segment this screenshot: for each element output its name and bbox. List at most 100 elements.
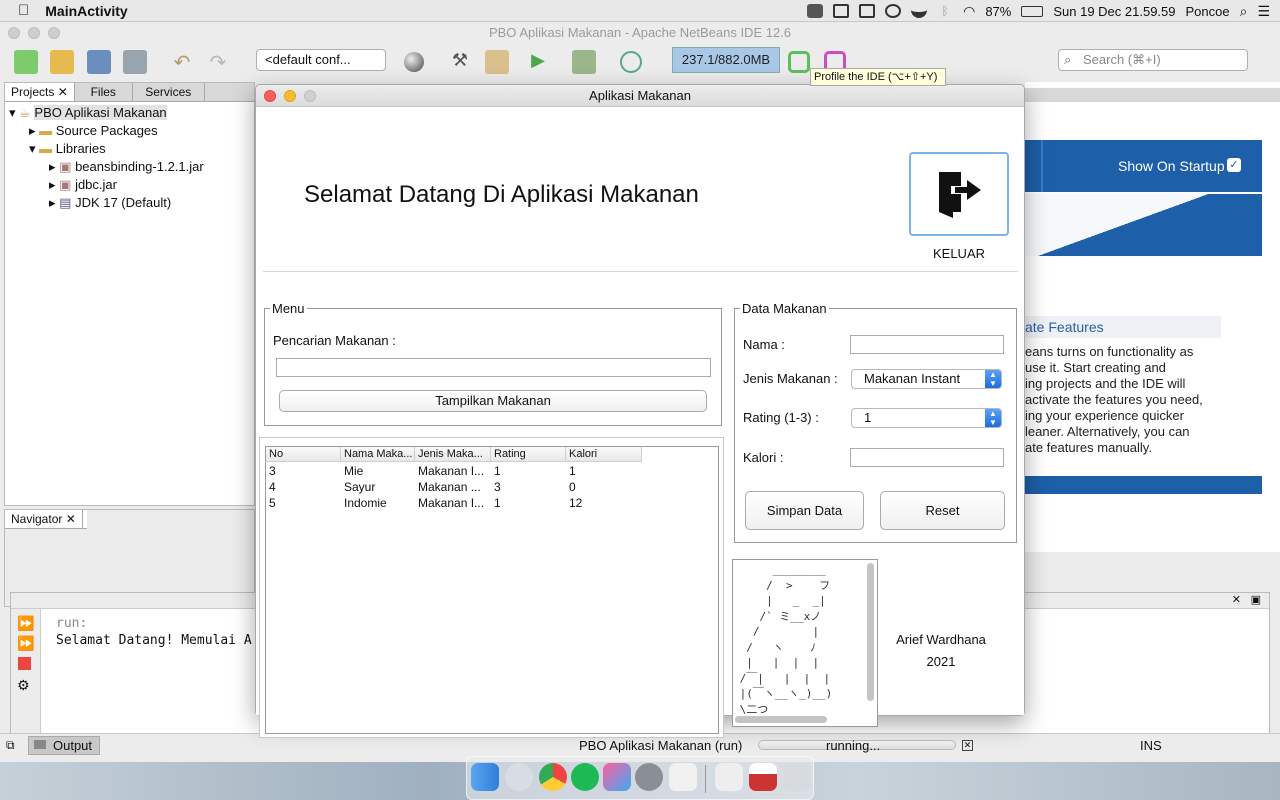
table-row[interactable]: 4 Sayur Makanan ... 3 0 — [266, 479, 646, 495]
insert-mode: INS — [1140, 738, 1162, 753]
col-header-type[interactable]: Jenis Maka... — [415, 447, 491, 462]
trash-icon[interactable] — [783, 763, 811, 791]
coffee-tray-icon[interactable] — [911, 4, 928, 18]
calorie-input[interactable] — [850, 448, 1004, 467]
food-table-container: No Nama Maka... Jenis Maka... Rating Kal… — [259, 437, 724, 738]
battery-icon[interactable] — [1021, 5, 1044, 17]
battery-percent[interactable]: 87% — [985, 4, 1011, 19]
col-header-calorie[interactable]: Kalori — [566, 447, 642, 462]
apple-icon[interactable]:  — [18, 2, 29, 19]
author-name: Arief Wardhana — [896, 632, 986, 647]
control-center-icon[interactable]: ☰ — [1257, 3, 1270, 20]
tree-source-packages[interactable]: ▸ ▬ Source Packages — [9, 122, 254, 140]
build-hammer-icon[interactable]: ⚒ — [448, 50, 472, 74]
java-app-icon[interactable] — [715, 763, 743, 791]
output-maximize-icon[interactable]: ▣ — [1251, 593, 1261, 606]
table-row[interactable]: 5 Indomie Makanan I... 1 12 — [266, 495, 646, 511]
menubar-status-area: ᛒ ◠ 87% Sun 19 Dec 21.59.59 Poncoe ⌕ ☰ — [807, 0, 1270, 22]
tree-lib-item[interactable]: ▸ ▣ beansbinding-1.2.1.jar — [9, 158, 254, 176]
tree-lib-item[interactable]: ▸ ▤ JDK 17 (Default) — [9, 194, 254, 212]
wifi-icon[interactable]: ◠ — [963, 3, 975, 20]
tree-project-root[interactable]: ▾ ☕ PBO Aplikasi Makanan — [9, 104, 254, 122]
java-icon[interactable] — [669, 763, 697, 791]
show-on-startup-checkbox[interactable]: ✓ — [1227, 158, 1241, 172]
redo-icon[interactable]: ↷ — [206, 50, 230, 74]
rerun-icon[interactable]: ⏩ — [17, 615, 34, 632]
output-window-icon — [34, 740, 46, 749]
launchpad-icon[interactable] — [505, 763, 533, 791]
open-project-icon[interactable] — [87, 50, 111, 74]
tab-projects[interactable]: Projects ✕ — [5, 83, 75, 101]
clean-build-icon[interactable] — [485, 50, 509, 74]
profile-icon[interactable] — [620, 51, 642, 73]
new-file-icon[interactable] — [14, 50, 38, 74]
col-header-rating[interactable]: Rating — [491, 447, 566, 462]
search-food-input[interactable] — [276, 358, 711, 377]
rerun-params-icon[interactable]: ⏩ — [17, 635, 34, 652]
debug-icon[interactable] — [572, 50, 596, 74]
show-food-button[interactable]: Tampilkan Makanan — [279, 390, 707, 412]
food-type-select[interactable]: Makanan Instant ▲ ▼ — [851, 369, 1002, 389]
tray-icon-1[interactable] — [807, 4, 824, 18]
folder-icon: ▬ — [39, 123, 53, 138]
cancel-task-icon[interactable]: ✕ — [962, 740, 973, 751]
tree-lib-item[interactable]: ▸ ▣ jdbc.jar — [9, 176, 254, 194]
ide-app-icon[interactable] — [603, 763, 631, 791]
chrome-icon[interactable] — [539, 763, 567, 791]
flag-window-icon[interactable] — [749, 763, 777, 791]
features-link[interactable]: ate Features — [1025, 316, 1221, 338]
app-zoom-button[interactable] — [304, 90, 316, 102]
welcome-panel: Show On Startup ✓ ate Features eans turn… — [1025, 82, 1280, 552]
rating-label: Rating (1-3) : — [743, 410, 819, 425]
app-close-button[interactable] — [264, 90, 276, 102]
welcome-footer — [1025, 476, 1262, 494]
spotlight-icon[interactable]: ⌕ — [1240, 3, 1248, 20]
clock[interactable]: Sun 19 Dec 21.59.59 — [1053, 4, 1175, 19]
user-name[interactable]: Poncoe — [1186, 4, 1230, 19]
restore-window-icon[interactable]: ⧉ — [6, 738, 15, 753]
cell-type: Makanan I... — [418, 464, 485, 478]
save-all-icon[interactable] — [123, 50, 147, 74]
name-label: Nama : — [743, 337, 785, 352]
new-project-icon[interactable] — [50, 50, 74, 74]
name-input[interactable] — [850, 335, 1004, 354]
col-header-no[interactable]: No — [266, 447, 341, 462]
checkbox-tray-icon[interactable] — [833, 4, 850, 18]
gc-icon[interactable] — [788, 51, 810, 73]
tree-libraries[interactable]: ▾ ▬ Libraries — [9, 140, 254, 158]
col-header-name[interactable]: Nama Maka... — [341, 447, 415, 462]
memory-indicator[interactable]: 237.1/882.0MB — [672, 47, 780, 73]
table-row[interactable]: 3 Mie Makanan I... 1 1 — [266, 463, 646, 479]
config-dropdown[interactable]: <default conf... — [256, 49, 386, 71]
food-type-value: Makanan Instant — [864, 371, 961, 386]
stop-icon[interactable] — [18, 657, 31, 670]
edit-tray-icon[interactable] — [859, 4, 876, 18]
system-preferences-icon[interactable] — [635, 763, 663, 791]
exit-button[interactable] — [909, 152, 1009, 236]
settings-icon[interactable]: ⚙ — [17, 677, 30, 694]
vertical-scrollbar[interactable] — [867, 563, 874, 701]
globe-icon[interactable] — [404, 52, 424, 72]
menu-legend: Menu — [272, 301, 305, 316]
tab-services[interactable]: Services — [133, 83, 205, 101]
undo-icon[interactable]: ↶ — [170, 50, 194, 74]
ascii-art-panel: ________ / > フ | _ _| /` ミ__xノ / | / ヽ ﾉ… — [732, 559, 878, 727]
tab-files[interactable]: Files — [75, 83, 133, 101]
spotify-icon[interactable] — [571, 763, 599, 791]
app-minimize-button[interactable] — [284, 90, 296, 102]
welcome-header-divider — [1041, 140, 1043, 192]
author-block: Arief Wardhana 2021 — [886, 629, 996, 673]
horizontal-scrollbar[interactable] — [735, 716, 827, 723]
output-close-icon[interactable]: ✕ — [1232, 593, 1241, 606]
sync-tray-icon[interactable] — [885, 4, 902, 18]
menubar-app-name[interactable]: MainActivity — [45, 3, 127, 19]
tab-navigator[interactable]: Navigator ✕ — [5, 510, 83, 528]
run-icon[interactable]: ▶ — [526, 50, 550, 74]
ide-search-input[interactable]: Search (⌘+I) — [1058, 49, 1248, 71]
rating-select[interactable]: 1 ▲ ▼ — [851, 408, 1002, 428]
bluetooth-icon[interactable]: ᛒ — [937, 4, 953, 18]
save-data-button[interactable]: Simpan Data — [745, 491, 864, 530]
reset-button[interactable]: Reset — [880, 491, 1005, 530]
author-year: 2021 — [926, 654, 956, 669]
finder-icon[interactable] — [471, 763, 499, 791]
